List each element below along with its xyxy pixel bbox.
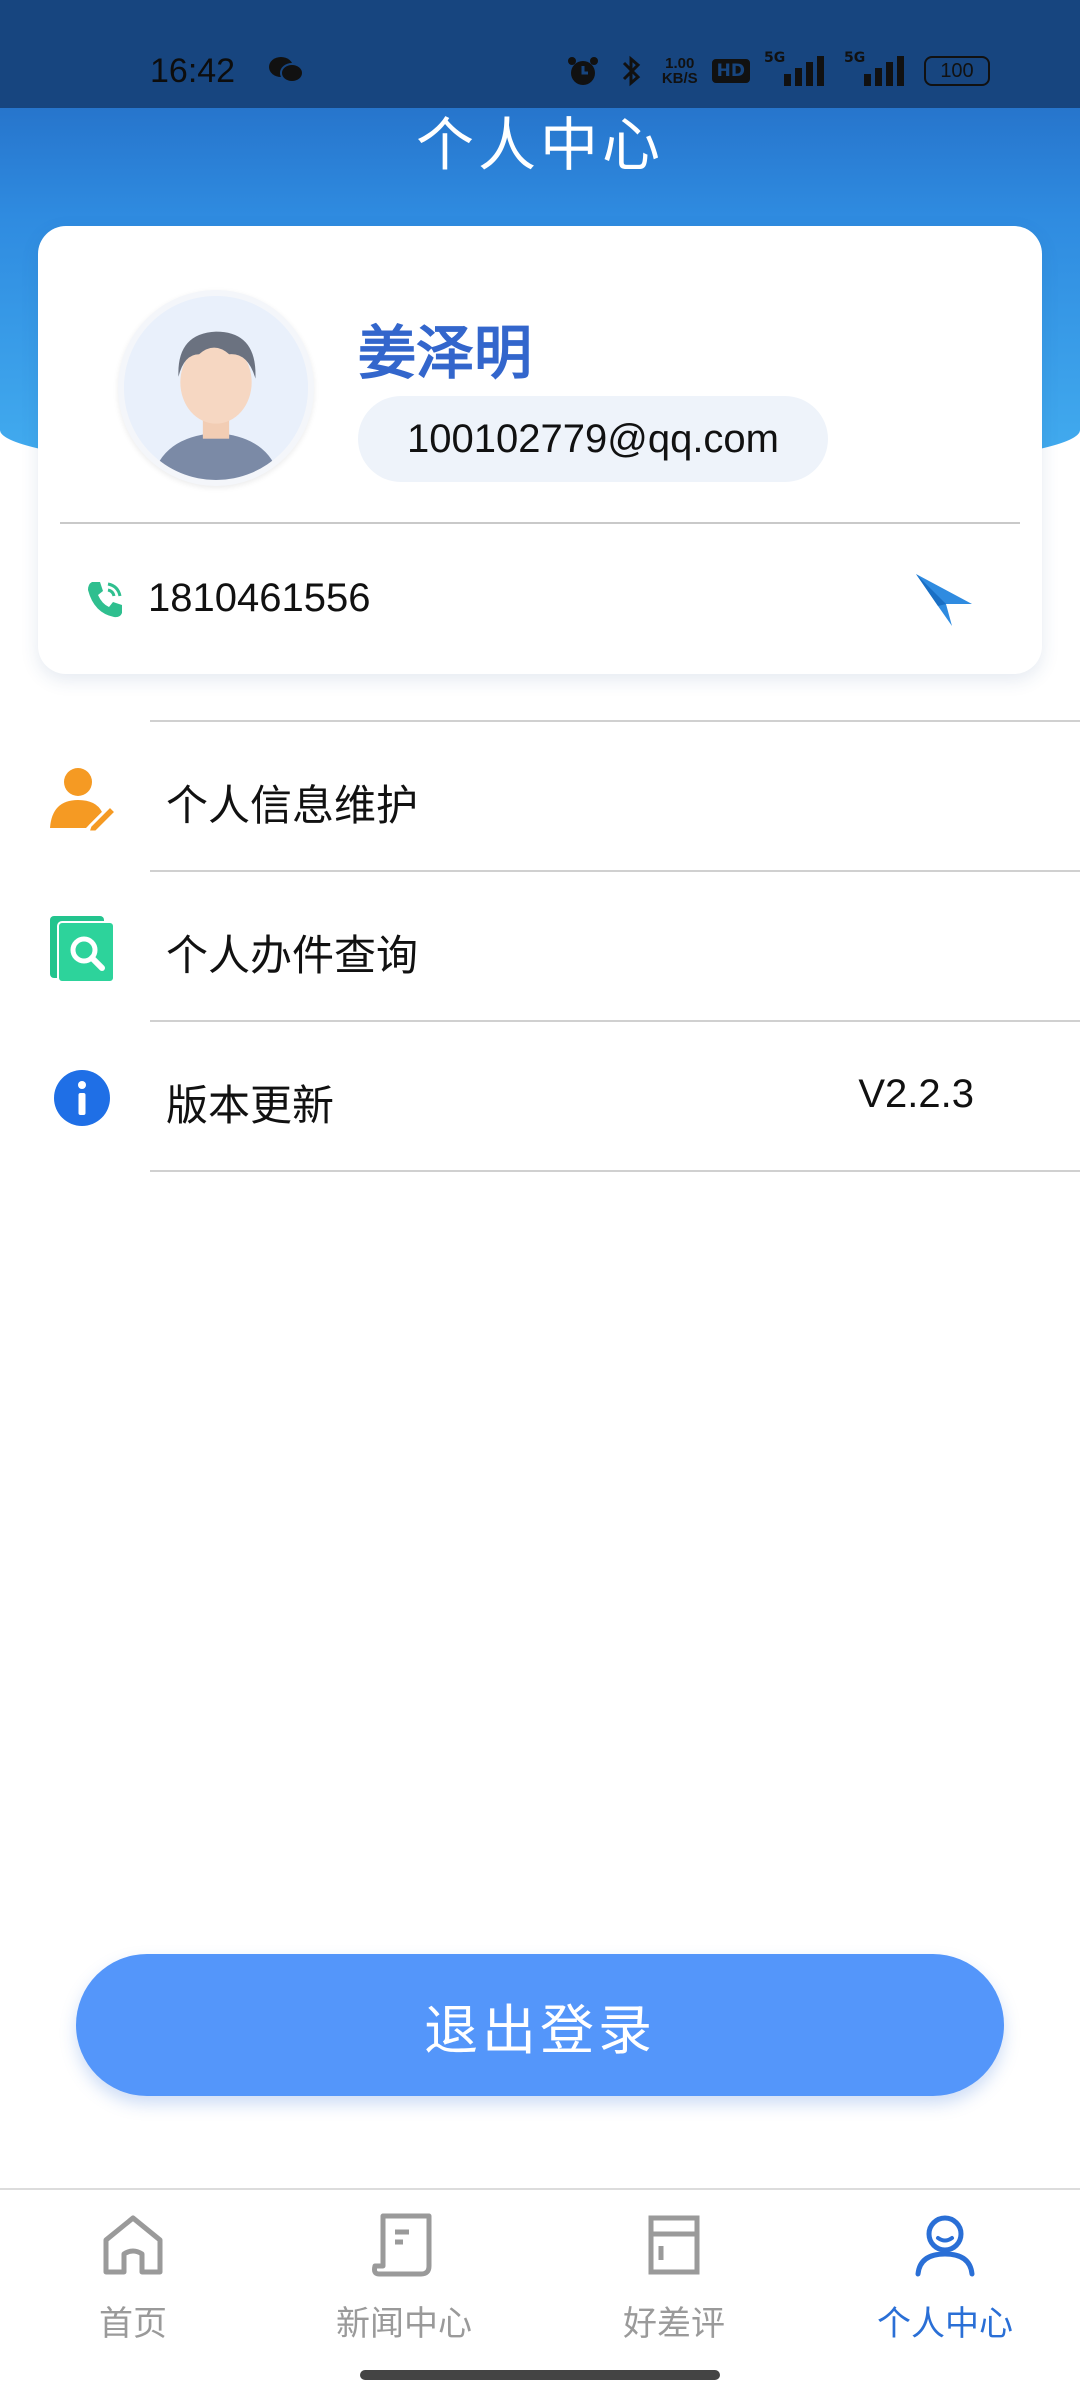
nav-item-review[interactable]: 好差评: [574, 2210, 774, 2345]
status-time: 16:42: [150, 52, 236, 90]
nav-label-home: 首页: [99, 2304, 167, 2344]
bottom-nav: 首页 新闻中心 好差评 个人中心: [0, 2188, 1080, 2400]
menu-label-version-update: 版本更新: [166, 1081, 335, 1130]
send-icon[interactable]: [912, 570, 976, 630]
menu-label-personal-info: 个人信息维护: [166, 781, 419, 830]
menu-divider: [150, 870, 1080, 872]
status-bar: 16:42 1.00 KB/S HD 5G 5G 100: [0, 0, 1080, 108]
menu-item-case-query[interactable]: 个人办件查询: [0, 870, 1080, 1020]
avatar[interactable]: [118, 290, 314, 486]
user-edit-icon: [50, 768, 118, 834]
version-number: V2.2.3: [858, 1072, 974, 1116]
status-icons: 1.00 KB/S HD 5G 5G 100: [566, 50, 990, 88]
avatar-image: [124, 296, 308, 480]
alarm-icon: [567, 57, 598, 85]
bluetooth-icon: [622, 55, 641, 87]
nav-item-profile[interactable]: 个人中心: [845, 2210, 1045, 2345]
signal-icon: 5G: [764, 50, 830, 88]
page-title: 个人中心: [415, 111, 664, 179]
net-speed: 1.00 KB/S: [662, 56, 698, 86]
phone-number: 1810461556: [148, 576, 371, 620]
network-type-2: 5G: [844, 50, 866, 66]
wechat-icon: [269, 57, 304, 83]
net-speed-unit: KB/S: [661, 70, 698, 87]
review-icon: [648, 2215, 700, 2275]
hd-badge: HD: [711, 59, 750, 83]
phone-icon: [88, 582, 122, 618]
nav-item-home[interactable]: 首页: [33, 2210, 233, 2345]
signal-icon-2: 5G: [844, 50, 910, 88]
network-type-1: 5G: [764, 50, 786, 66]
menu-item-version-update[interactable]: 版本更新 V2.2.3: [0, 1020, 1080, 1170]
info-icon: [54, 1070, 110, 1126]
user-name: 姜泽明: [358, 319, 533, 387]
card-divider: [60, 522, 1020, 524]
news-icon: [372, 2213, 432, 2277]
nav-label-news: 新闻中心: [336, 2304, 472, 2344]
menu-divider: [150, 1020, 1080, 1022]
nav-label-review: 好差评: [623, 2304, 725, 2344]
email-pill: 100102779@qq.com: [358, 396, 828, 482]
profile-card: 姜泽明 100102779@qq.com 1810461556: [38, 226, 1042, 674]
menu-divider: [150, 720, 1080, 722]
nav-item-news[interactable]: 新闻中心: [304, 2210, 504, 2345]
menu-label-case-query: 个人办件查询: [166, 931, 419, 980]
document-search-icon: [50, 916, 115, 983]
home-icon: [103, 2215, 163, 2275]
logout-button[interactable]: 退出登录: [76, 1954, 1004, 2096]
profile-icon: [915, 2215, 975, 2277]
home-indicator[interactable]: [360, 2370, 720, 2380]
menu-item-personal-info[interactable]: 个人信息维护: [0, 720, 1080, 870]
battery-icon: 100: [924, 56, 990, 86]
nav-label-profile: 个人中心: [877, 2304, 1013, 2344]
net-speed-value: 1.00: [665, 55, 695, 72]
menu-divider: [150, 1170, 1080, 1172]
